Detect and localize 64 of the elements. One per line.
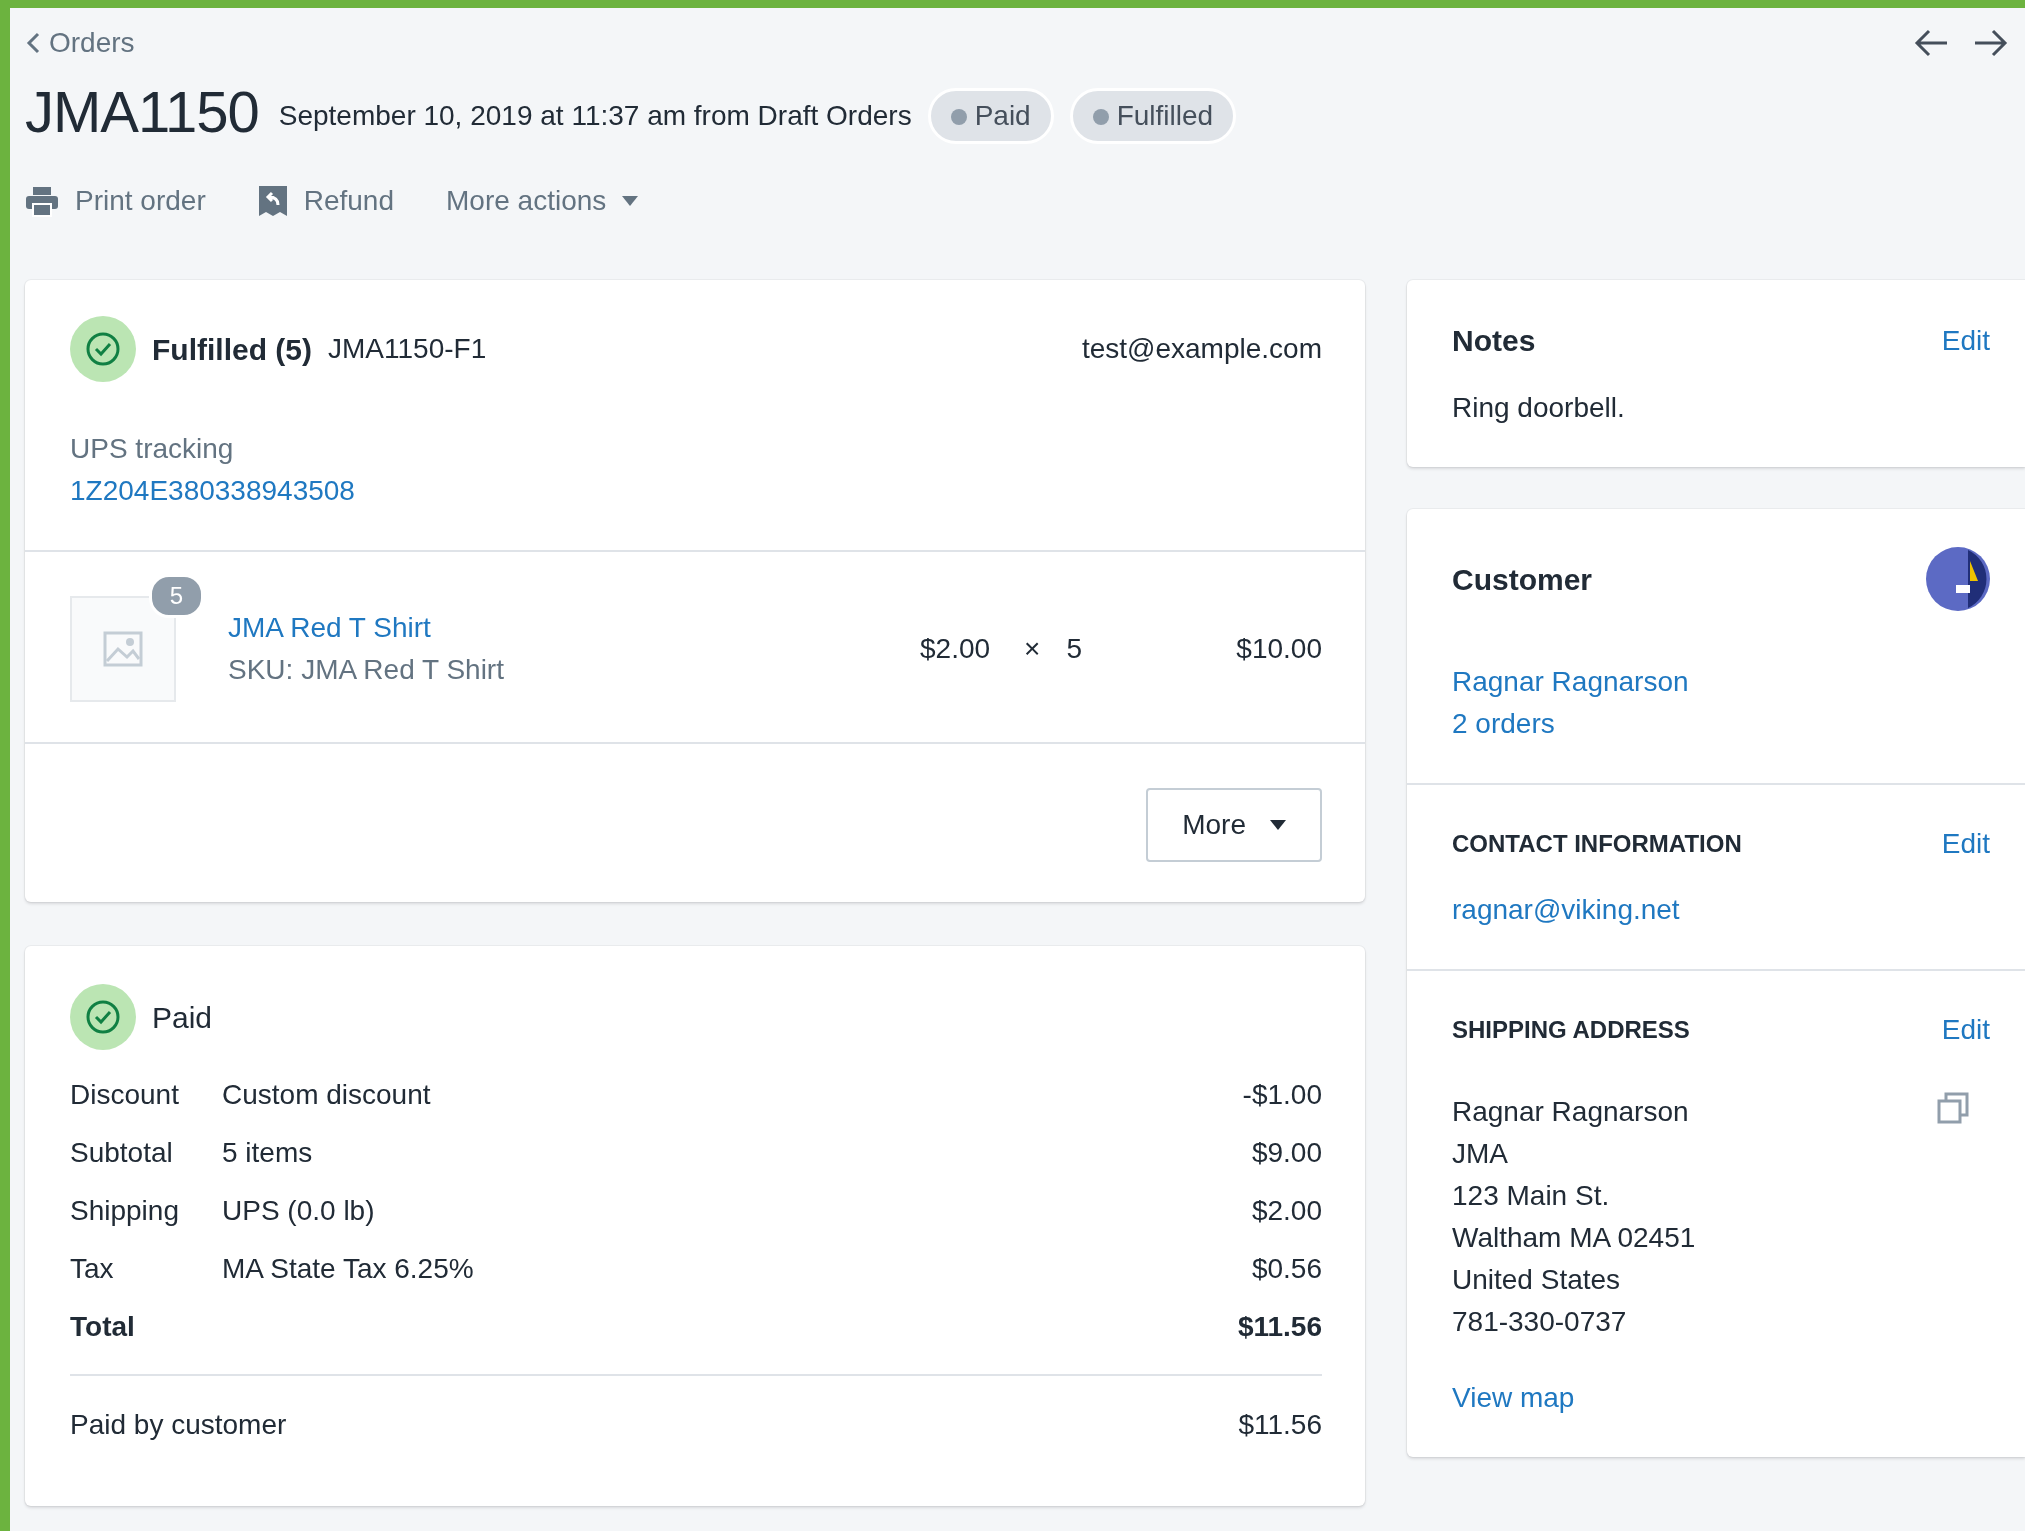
email-link[interactable]: ragnar@viking.net xyxy=(1452,889,1680,931)
status-badge: Fulfilled xyxy=(1069,88,1237,144)
view-map-link[interactable]: View map xyxy=(1452,1377,1575,1419)
more-button[interactable]: More xyxy=(1146,788,1322,862)
multiply-sign: × xyxy=(1024,632,1041,666)
avatar-icon xyxy=(1926,547,1990,611)
edit-link[interactable]: Edit xyxy=(1941,1009,1990,1051)
line-detail: Custom discount xyxy=(222,1078,431,1112)
card-title: Customer xyxy=(1452,561,1593,598)
refund-icon xyxy=(257,185,288,217)
address-line: 123 Main St. xyxy=(1452,1179,1611,1213)
caret-down-icon xyxy=(622,196,639,206)
line-detail: 5 items xyxy=(222,1136,313,1170)
orders-count-link[interactable]: 2 orders xyxy=(1452,703,1555,745)
section-heading: CONTACT INFORMATION xyxy=(1452,829,1742,859)
line-amount: $2.00 xyxy=(1251,1194,1322,1228)
more-actions-button[interactable]: More actions xyxy=(446,180,639,222)
edit-link[interactable]: Edit xyxy=(1941,319,1990,362)
total-label: Total xyxy=(70,1310,136,1344)
card-title: Notes xyxy=(1452,323,1536,359)
printer-icon xyxy=(25,185,59,217)
image-icon xyxy=(103,631,143,667)
price-text: $2.00 xyxy=(920,632,991,666)
customer-name-link[interactable]: Ragnar Ragnarson xyxy=(1452,661,1689,703)
line-label: Discount xyxy=(70,1078,180,1112)
copy-icon[interactable] xyxy=(1936,1091,1970,1125)
line-amount: $9.00 xyxy=(1251,1136,1322,1170)
line-detail: UPS (0.0 lb) xyxy=(222,1194,375,1228)
caret-down-icon xyxy=(1270,820,1286,830)
tracking-label: UPS tracking xyxy=(70,432,235,466)
address-line: Waltham MA 02451 xyxy=(1452,1221,1697,1255)
print-order-button[interactable]: Print order xyxy=(25,180,206,222)
email-text: test@example.com xyxy=(1081,332,1322,366)
line-amount: $0.56 xyxy=(1251,1252,1322,1286)
line-label: Subtotal xyxy=(70,1136,174,1170)
line-label: Tax xyxy=(70,1252,115,1286)
address-line: Ragnar Ragnarson xyxy=(1452,1095,1690,1129)
breadcrumb-link[interactable]: Orders xyxy=(25,22,135,64)
line-label: Shipping xyxy=(70,1194,180,1228)
line-amount: -$1.00 xyxy=(1242,1078,1322,1112)
address-line: JMA xyxy=(1452,1137,1509,1171)
section-title: Paid xyxy=(152,999,213,1036)
line-detail: MA State Tax 6.25% xyxy=(222,1252,474,1286)
paid-by-amount: $11.56 xyxy=(1238,1408,1322,1442)
section-heading: SHIPPING ADDRESS xyxy=(1452,1015,1690,1045)
note-text: Ring doorbell. xyxy=(1452,391,1626,425)
sku-text: SKU: JMA Red T Shirt xyxy=(228,653,505,687)
order-date-text: September 10, 2019 at 11:37 am from Draft Orders xyxy=(278,99,912,133)
address-line: 781-330-0737 xyxy=(1452,1305,1628,1339)
tracking-number-link[interactable]: 1Z204E380338943508 xyxy=(70,470,355,512)
chevron-left-icon xyxy=(25,31,41,55)
status-badge: Paid xyxy=(927,88,1054,144)
address-line: United States xyxy=(1452,1263,1622,1297)
fulfillment-code: JMA1150-F1 xyxy=(328,332,487,366)
total-amount: $11.56 xyxy=(1237,1310,1322,1344)
quantity-text: 5 xyxy=(1066,632,1082,666)
paid-by-label: Paid by customer xyxy=(70,1408,287,1442)
quantity-badge: 5 xyxy=(148,574,204,618)
refund-button[interactable]: Refund xyxy=(257,180,394,222)
section-title: Fulfilled (5) xyxy=(152,331,312,368)
order-number: JMA1150 xyxy=(25,83,259,141)
line-total: $10.00 xyxy=(1235,632,1322,666)
product-link[interactable]: JMA Red T Shirt xyxy=(228,607,431,649)
edit-link[interactable]: Edit xyxy=(1941,823,1990,865)
